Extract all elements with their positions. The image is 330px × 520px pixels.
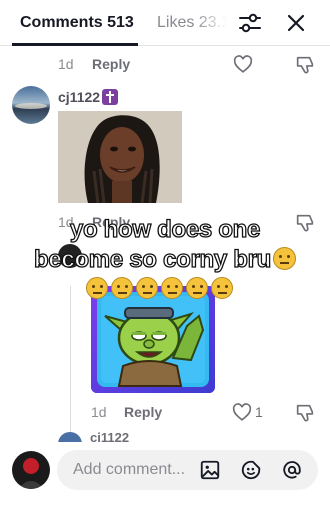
like-count: 1 <box>255 404 263 420</box>
neutral-face-emoji <box>186 277 208 299</box>
tab-comments[interactable]: Comments 513 <box>20 13 134 33</box>
comment-composer: Add comment... <box>0 442 330 520</box>
reply-time: 1d <box>91 404 107 420</box>
username-text[interactable]: cj1122 <box>90 430 129 442</box>
reply-thread-line <box>70 286 71 436</box>
emoji-row <box>86 277 236 301</box>
caption-text: become so corny bru <box>33 245 272 273</box>
mention-icon[interactable] <box>281 459 303 481</box>
reply-button[interactable]: Reply <box>92 54 130 74</box>
comment-username[interactable]: cj1122 <box>58 88 119 106</box>
dislike-icon[interactable] <box>294 402 316 424</box>
emoji-icon[interactable] <box>240 459 262 481</box>
goblin-sticker-image <box>91 286 215 393</box>
photo-attachment[interactable] <box>58 111 182 203</box>
portrait-photo <box>58 111 182 203</box>
username-text[interactable]: cj1122 <box>58 89 100 105</box>
sliders-icon[interactable] <box>237 10 263 36</box>
neutral-face-emoji <box>211 277 233 299</box>
neutral-face-emoji <box>86 277 108 299</box>
comment-input[interactable]: Add comment... <box>57 450 318 490</box>
landscape-avatar-image <box>15 103 47 109</box>
overlay-caption-line-1: yo how does one <box>69 215 261 243</box>
reply-username[interactable]: cj1122 <box>90 430 129 442</box>
neutral-face-emoji <box>136 277 158 299</box>
comment-time: 1d <box>58 56 74 72</box>
tab-likes[interactable]: Likes 23.1 <box>157 13 227 33</box>
comments-header: Comments 513 Likes 23.1 <box>0 0 330 46</box>
reply-button[interactable]: Reply <box>124 402 162 422</box>
heart-icon[interactable] <box>232 53 254 75</box>
close-icon[interactable] <box>283 10 309 36</box>
overlay-caption-line-2: become so corny bru <box>0 245 330 274</box>
comment-actions: 1d Reply <box>58 54 318 74</box>
reply-actions: 1d Reply <box>91 402 191 422</box>
goblin-sticker[interactable] <box>91 286 215 393</box>
neutral-face-emoji <box>111 277 133 299</box>
my-avatar[interactable] <box>12 451 50 489</box>
active-tab-indicator <box>12 43 138 46</box>
avatar-image <box>18 458 44 489</box>
cross-icon <box>102 89 119 105</box>
neutral-face-emoji <box>161 277 183 299</box>
heart-icon[interactable] <box>231 401 253 423</box>
image-icon[interactable] <box>199 459 221 481</box>
neutral-face-emoji <box>273 247 297 270</box>
comment-input-placeholder[interactable]: Add comment... <box>73 460 185 480</box>
dislike-icon[interactable] <box>294 54 316 76</box>
avatar[interactable] <box>12 86 50 124</box>
